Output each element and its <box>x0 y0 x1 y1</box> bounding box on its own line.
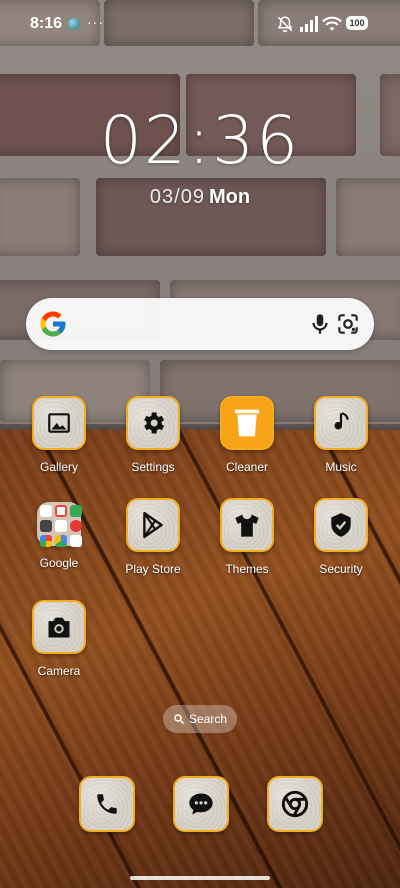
mic-icon[interactable] <box>307 311 333 337</box>
message-icon <box>189 793 213 815</box>
search-pill-label: Search <box>188 712 228 726</box>
tshirt-icon <box>220 498 274 552</box>
dock-chrome[interactable] <box>267 776 323 832</box>
wallpaper-bricks <box>0 0 400 452</box>
app-play-store[interactable]: Play Store <box>108 498 198 576</box>
gmail-icon <box>55 505 67 517</box>
clock-time[interactable]: 02:36 <box>0 102 400 179</box>
trash-icon <box>220 396 274 450</box>
maps-icon <box>70 505 82 517</box>
home-indicator[interactable] <box>130 876 270 880</box>
signal-icon <box>300 16 318 32</box>
app-label: Settings <box>131 460 175 474</box>
music-icon <box>70 520 82 532</box>
app-search-pill[interactable]: Search <box>163 705 237 733</box>
app-label: Camera <box>37 664 81 678</box>
app-cleaner[interactable]: Cleaner <box>202 396 292 474</box>
play-store-icon <box>126 498 180 552</box>
google-app-icon <box>40 505 52 517</box>
mute-icon <box>277 16 293 33</box>
chrome-icon <box>281 790 309 818</box>
app-label: Cleaner <box>225 460 269 474</box>
drive-icon <box>55 535 67 547</box>
app-music[interactable]: Music <box>296 396 386 474</box>
app-settings[interactable]: Settings <box>108 396 198 474</box>
app-label: Google <box>39 556 79 570</box>
status-bar: 8:16 ··· 100 <box>0 0 400 48</box>
dock-messages[interactable] <box>173 776 229 832</box>
folder-icon <box>37 502 82 547</box>
app-camera[interactable]: Camera <box>14 600 104 678</box>
files-icon <box>70 535 82 547</box>
gear-icon <box>126 396 180 450</box>
status-time: 8:16 <box>30 15 63 32</box>
gallery-icon <box>32 396 86 450</box>
dock-phone[interactable] <box>79 776 135 832</box>
clock-date[interactable]: 03/09 Mon <box>0 186 400 209</box>
app-security[interactable]: Security <box>296 498 386 576</box>
weekday-text: Mon <box>208 186 251 208</box>
app-google-folder[interactable]: Google <box>14 498 104 570</box>
youtube-icon <box>40 520 52 532</box>
app-label: Play Store <box>125 562 181 576</box>
shield-icon <box>314 498 368 552</box>
app-gallery[interactable]: Gallery <box>14 396 104 474</box>
battery-icon: 100 <box>346 16 368 30</box>
google-search-bar[interactable] <box>26 298 374 350</box>
phone-icon <box>97 794 117 814</box>
search-icon <box>174 714 185 725</box>
lens-icon[interactable] <box>335 311 361 337</box>
google-g-icon <box>40 311 66 337</box>
camera-icon <box>32 600 86 654</box>
app-label: Themes <box>225 562 269 576</box>
wifi-icon <box>322 16 342 31</box>
app-label: Security <box>319 562 363 576</box>
app-themes[interactable]: Themes <box>202 498 292 576</box>
photos-icon <box>40 535 52 547</box>
app-label: Gallery <box>39 460 78 474</box>
music-note-icon <box>314 396 368 450</box>
app-label: Music <box>325 460 357 474</box>
status-dot-icon <box>68 18 80 30</box>
more-icon: ··· <box>87 14 104 30</box>
date-text: 03/09 <box>149 186 205 208</box>
ytmusic-icon <box>55 520 67 532</box>
